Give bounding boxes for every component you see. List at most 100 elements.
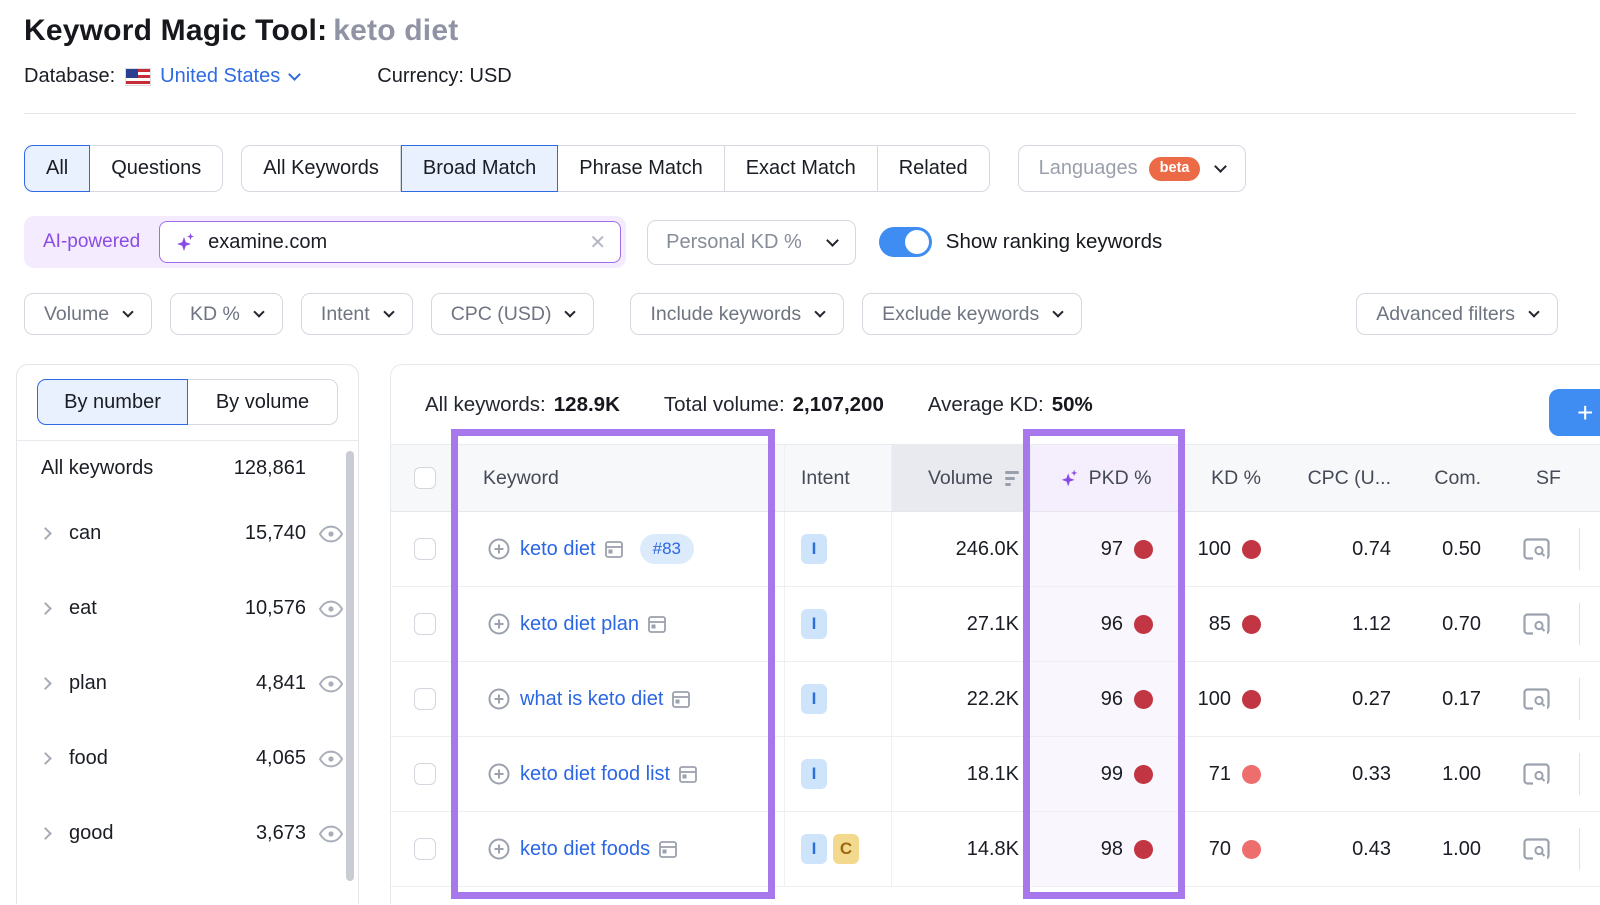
filter-advanced[interactable]: Advanced filters [1356, 293, 1558, 335]
chevron-down-icon [826, 234, 839, 247]
eye-icon[interactable] [318, 825, 344, 843]
filter-include-keywords[interactable]: Include keywords [630, 293, 844, 335]
currency-text: Currency: USD [377, 65, 512, 88]
serp-features-icon[interactable] [1523, 763, 1550, 785]
serp-preview-icon[interactable] [605, 541, 623, 558]
serp-features-icon[interactable] [1523, 838, 1550, 860]
tab-by-volume[interactable]: By volume [188, 379, 338, 425]
chevron-right-icon[interactable] [39, 602, 52, 615]
filter-exclude-keywords[interactable]: Exclude keywords [862, 293, 1082, 335]
filter-intent[interactable]: Intent [301, 293, 413, 335]
all-keywords-row[interactable]: All keywords 128,861 [17, 441, 358, 496]
tab-phrase-match[interactable]: Phrase Match [558, 145, 724, 192]
tab-all-keywords[interactable]: All Keywords [241, 145, 401, 192]
row-checkbox[interactable] [414, 613, 436, 635]
keyword-link[interactable]: keto diet foods [520, 838, 650, 861]
keyword-group-item[interactable]: plan 4,841 [17, 646, 358, 721]
column-header-volume[interactable]: Volume [891, 445, 1031, 511]
add-keyword-icon[interactable] [487, 837, 511, 861]
ai-search-row: AI-powered ✕ Personal KD % Show ranking … [0, 192, 1600, 268]
tab-by-number[interactable]: By number [37, 379, 188, 425]
column-header-keyword[interactable]: Keyword [459, 445, 784, 511]
keyword-group-item[interactable]: eat 10,576 [17, 571, 358, 646]
sidebar-view-tabs: By number By volume [37, 379, 338, 425]
add-keyword-icon[interactable] [487, 687, 511, 711]
com-header-label: Com. [1434, 467, 1481, 490]
serp-preview-icon[interactable] [648, 616, 666, 633]
row-checkbox[interactable] [414, 688, 436, 710]
chevron-right-icon[interactable] [39, 677, 52, 690]
filter-include-label: Include keywords [650, 303, 801, 326]
cpc-value: 0.33 [1352, 763, 1391, 786]
page-title-label: Keyword Magic Tool: [24, 14, 327, 47]
add-to-list-button[interactable]: + [1549, 389, 1600, 436]
keyword-link[interactable]: keto diet [520, 538, 596, 561]
database-select[interactable]: United States [160, 65, 280, 88]
column-header-pkd[interactable]: PKD % [1031, 445, 1179, 511]
tab-questions[interactable]: Questions [90, 145, 223, 192]
chevron-right-icon[interactable] [39, 752, 52, 765]
keyword-group-item[interactable]: good 3,673 [17, 796, 358, 871]
show-ranking-keywords-toggle[interactable] [879, 227, 932, 257]
row-checkbox[interactable] [414, 538, 436, 560]
personal-kd-dropdown[interactable]: Personal KD % [647, 220, 856, 265]
select-all-checkbox[interactable] [414, 467, 436, 489]
chevron-down-icon[interactable] [288, 68, 301, 81]
filter-volume[interactable]: Volume [24, 293, 152, 335]
table-row: keto diet #83 I 246.0K 97 100 0.74 0.50 [391, 512, 1600, 587]
eye-icon[interactable] [318, 750, 344, 768]
filter-kd-label: KD % [190, 303, 240, 326]
eye-icon[interactable] [318, 600, 344, 618]
column-header-cpc[interactable]: CPC (U... [1281, 445, 1431, 511]
serp-features-icon[interactable] [1523, 613, 1550, 635]
eye-icon[interactable] [318, 675, 344, 693]
ranking-position-badge[interactable]: #83 [640, 534, 694, 564]
keyword-group-item[interactable]: can 15,740 [17, 496, 358, 571]
stat-all-keywords-label: All keywords: [425, 393, 546, 417]
pkd-header-label: PKD % [1089, 467, 1152, 490]
intent-badge-i: I [801, 609, 827, 639]
domain-input[interactable] [208, 231, 589, 254]
com-value: 1.00 [1442, 838, 1481, 861]
chevron-right-icon[interactable] [39, 827, 52, 840]
serp-preview-icon[interactable] [672, 691, 690, 708]
row-checkbox[interactable] [414, 763, 436, 785]
domain-input-wrapper: ✕ [159, 221, 621, 263]
row-checkbox[interactable] [414, 838, 436, 860]
table-row: keto diet plan I 27.1K 96 85 1.12 0.70 [391, 587, 1600, 662]
volume-value: 246.0K [956, 538, 1019, 561]
tab-broad-match[interactable]: Broad Match [401, 145, 558, 192]
keyword-link[interactable]: keto diet food list [520, 763, 670, 786]
keyword-group-item[interactable]: food 4,065 [17, 721, 358, 796]
chevron-right-icon[interactable] [39, 527, 52, 540]
volume-value: 18.1K [967, 763, 1019, 786]
keyword-link[interactable]: what is keto diet [520, 688, 663, 711]
add-keyword-icon[interactable] [487, 762, 511, 786]
filter-kd[interactable]: KD % [170, 293, 283, 335]
add-keyword-icon[interactable] [487, 612, 511, 636]
clear-input-icon[interactable]: ✕ [589, 230, 606, 255]
add-keyword-icon[interactable] [487, 537, 511, 561]
serp-features-icon[interactable] [1523, 538, 1550, 560]
serp-preview-icon[interactable] [659, 841, 677, 858]
keyword-link[interactable]: keto diet plan [520, 613, 639, 636]
column-header-intent[interactable]: Intent [784, 445, 891, 511]
column-header-sf[interactable]: SF [1511, 445, 1600, 511]
serp-features-icon[interactable] [1523, 688, 1550, 710]
filter-cpc[interactable]: CPC (USD) [431, 293, 595, 335]
serp-preview-icon[interactable] [679, 766, 697, 783]
eye-icon[interactable] [318, 525, 344, 543]
column-header-com[interactable]: Com. [1431, 445, 1511, 511]
tab-exact-match[interactable]: Exact Match [725, 145, 878, 192]
kd-difficulty-dot [1242, 840, 1261, 859]
filter-advanced-label: Advanced filters [1376, 303, 1515, 326]
languages-dropdown[interactable]: Languages beta [1018, 145, 1247, 192]
pkd-difficulty-dot [1134, 690, 1153, 709]
tab-related[interactable]: Related [878, 145, 990, 192]
com-value: 1.00 [1442, 763, 1481, 786]
group-count: 4,065 [256, 747, 306, 770]
intent-badges: IC [784, 812, 891, 886]
tab-all[interactable]: All [24, 145, 90, 192]
column-header-kd[interactable]: KD % [1179, 445, 1281, 511]
sidebar-scrollbar[interactable] [346, 451, 354, 881]
